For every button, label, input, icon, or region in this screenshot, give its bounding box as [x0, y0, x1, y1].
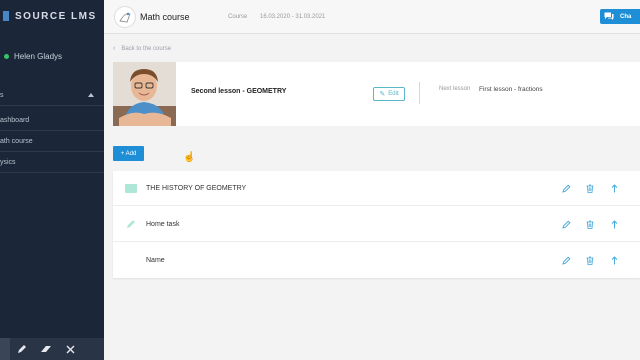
hand-cursor-icon: ☝	[183, 152, 196, 163]
row-actions	[554, 218, 626, 230]
top-bar: Math course Course 16.03.2020 - 31.03.20…	[104, 0, 640, 34]
lesson-header: Second lesson - GEOMETRY ✎ Edit Next les…	[113, 62, 640, 126]
item-label: Home task	[146, 220, 180, 228]
course-dates: 16.03.2020 - 31.03.2021	[260, 14, 326, 20]
brand[interactable]: SOURCE LMS	[0, 8, 97, 24]
drawing-toolbar	[0, 338, 104, 360]
edit-icon[interactable]	[554, 218, 578, 230]
pen-tool-icon[interactable]	[10, 338, 34, 360]
row-actions	[554, 255, 626, 267]
list-item[interactable]: Name	[113, 243, 640, 278]
list-item[interactable]: Home task	[113, 207, 640, 242]
list-item[interactable]: THE HISTORY OF GEOMETRY	[113, 171, 640, 206]
chat-icon	[604, 12, 614, 22]
lesson-items-list: THE HISTORY OF GEOMETRY Home task Name	[113, 171, 640, 278]
next-lesson-label: Next lesson	[439, 86, 471, 92]
course-label: Course	[228, 14, 248, 20]
user-profile[interactable]: Helen Gladys	[4, 52, 62, 61]
delete-icon[interactable]	[578, 255, 602, 267]
sidebar-item-math-course[interactable]: ath course	[0, 131, 104, 151]
next-lesson-link[interactable]: First lesson - fractions	[479, 86, 543, 93]
item-label: Name	[146, 257, 165, 264]
delete-icon[interactable]	[578, 218, 602, 230]
row-actions	[554, 182, 626, 194]
logo-icon	[3, 11, 9, 21]
delete-icon[interactable]	[578, 182, 602, 194]
course-logo-icon	[114, 6, 136, 28]
add-button[interactable]: + Add	[113, 146, 144, 161]
back-to-course-link[interactable]: ‹ Back to the course	[113, 45, 171, 52]
toolbar-handle[interactable]	[0, 338, 10, 360]
arrow-up-icon[interactable]	[602, 255, 626, 267]
edit-lesson-button[interactable]: ✎ Edit	[373, 87, 405, 101]
chat-label: Cha	[620, 13, 632, 20]
sidebar: SOURCE LMS Helen Gladys s ashboard ath c…	[0, 0, 104, 360]
edit-label: Edit	[388, 91, 399, 97]
user-name: Helen Gladys	[14, 52, 63, 61]
back-link-label: Back to the course	[121, 45, 172, 52]
courses-section-toggle[interactable]: s	[0, 88, 96, 102]
divider	[0, 172, 104, 173]
section-label: s	[0, 91, 4, 99]
lesson-title: Second lesson - GEOMETRY	[191, 88, 287, 95]
chat-button[interactable]: Cha	[600, 9, 640, 24]
arrow-up-icon[interactable]	[602, 182, 626, 194]
chevron-left-icon: ‹	[113, 45, 116, 52]
sidebar-item-physics[interactable]: ysics	[0, 152, 104, 172]
caret-up-icon	[88, 93, 94, 97]
edit-icon[interactable]	[554, 255, 578, 267]
lesson-image	[113, 62, 176, 126]
arrow-up-icon[interactable]	[602, 218, 626, 230]
edit-icon[interactable]	[554, 182, 578, 194]
eraser-tool-icon[interactable]	[34, 338, 58, 360]
brand-name: SOURCE LMS	[15, 10, 97, 22]
divider	[0, 105, 104, 106]
folder-icon	[125, 183, 137, 193]
item-label: THE HISTORY OF GEOMETRY	[146, 184, 247, 192]
pencil-icon: ✎	[379, 91, 386, 98]
sidebar-item-dashboard[interactable]: ashboard	[0, 110, 104, 130]
course-title: Math course	[140, 12, 190, 22]
divider	[419, 82, 420, 104]
online-status-icon	[4, 54, 9, 59]
pencil-icon	[125, 219, 137, 229]
close-icon[interactable]	[58, 338, 82, 360]
